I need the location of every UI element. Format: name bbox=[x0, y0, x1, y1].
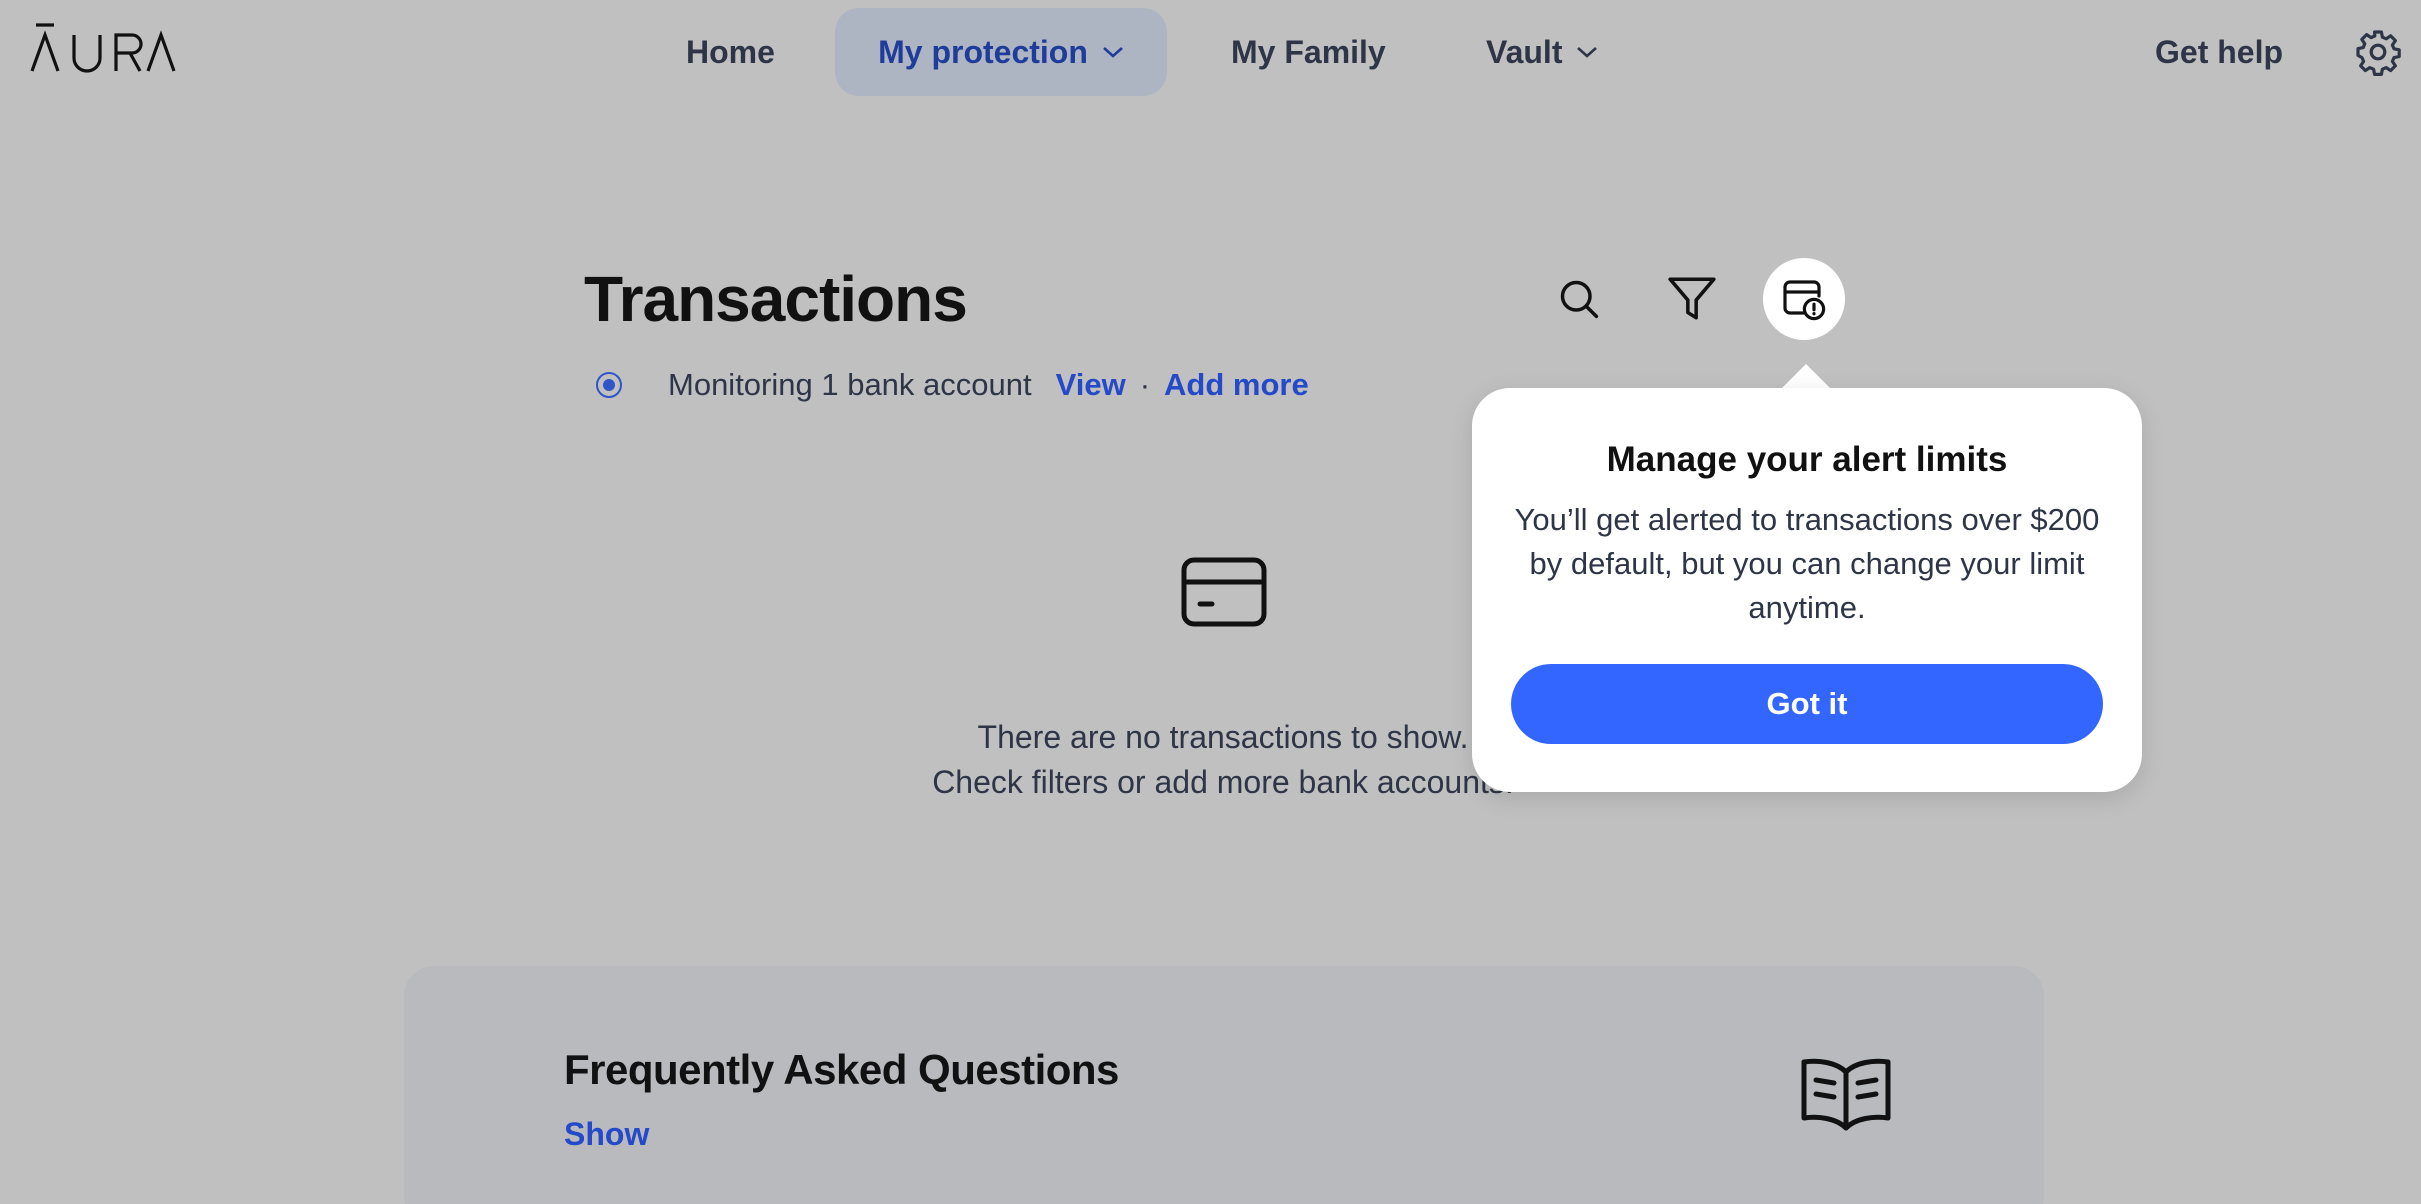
radio-selected-icon bbox=[596, 372, 622, 398]
empty-state-message: There are no transactions to show. Check… bbox=[880, 715, 1566, 805]
page-title: Transactions bbox=[584, 263, 968, 335]
nav-home-label: Home bbox=[686, 33, 775, 70]
filter-button[interactable] bbox=[1651, 258, 1733, 340]
nav-my-protection[interactable]: My protection bbox=[835, 8, 1167, 96]
aura-logo[interactable] bbox=[30, 22, 176, 74]
nav-home[interactable]: Home bbox=[686, 8, 775, 96]
alert-limit-icon bbox=[1783, 280, 1826, 321]
nav-get-help[interactable]: Get help bbox=[2155, 8, 2283, 96]
empty-state-line2: Check filters or add more bank accounts. bbox=[932, 764, 1514, 800]
filter-icon bbox=[1668, 277, 1716, 320]
add-more-accounts-link[interactable]: Add more bbox=[1164, 367, 1309, 403]
nav-my-family[interactable]: My Family bbox=[1231, 8, 1386, 96]
empty-state-line1: There are no transactions to show. bbox=[977, 719, 1469, 755]
alert-limits-button[interactable] bbox=[1763, 258, 1845, 340]
nav-my-family-label: My Family bbox=[1231, 33, 1386, 70]
nav-vault-label: Vault bbox=[1486, 33, 1563, 70]
book-icon bbox=[1801, 1058, 1891, 1131]
chevron-down-icon bbox=[1577, 47, 1598, 58]
popover-arrow bbox=[1780, 364, 1832, 390]
monitoring-text: Monitoring 1 bank account bbox=[668, 367, 1032, 402]
faq-section: Frequently Asked Questions Show bbox=[404, 966, 2044, 1204]
link-separator: · bbox=[1139, 367, 1151, 402]
faq-title: Frequently Asked Questions bbox=[564, 1046, 1119, 1093]
faq-show-link[interactable]: Show bbox=[564, 1116, 649, 1153]
popover-body: You’ll get alerted to transactions over … bbox=[1514, 502, 2100, 625]
gear-icon[interactable] bbox=[2354, 28, 2402, 76]
view-accounts-link[interactable]: View bbox=[1056, 367, 1126, 403]
chevron-down-icon bbox=[1103, 47, 1123, 58]
got-it-button[interactable]: Got it bbox=[1511, 664, 2103, 744]
search-icon bbox=[1560, 280, 1599, 319]
bank-monitoring-status: Monitoring 1 bank account View · Add mor… bbox=[596, 364, 1309, 406]
popover-title: Manage your alert limits bbox=[1606, 440, 2008, 479]
credit-card-icon bbox=[1181, 557, 1267, 627]
search-button[interactable] bbox=[1538, 258, 1620, 340]
nav-my-protection-label: My protection bbox=[878, 33, 1088, 70]
nav-get-help-label: Get help bbox=[2155, 33, 2284, 70]
top-navigation: Home My protection My Family Vault Get h… bbox=[0, 0, 2421, 105]
alert-limits-popover: Manage your alert limits You’ll get aler… bbox=[1472, 388, 2142, 792]
nav-vault[interactable]: Vault bbox=[1486, 8, 1598, 96]
